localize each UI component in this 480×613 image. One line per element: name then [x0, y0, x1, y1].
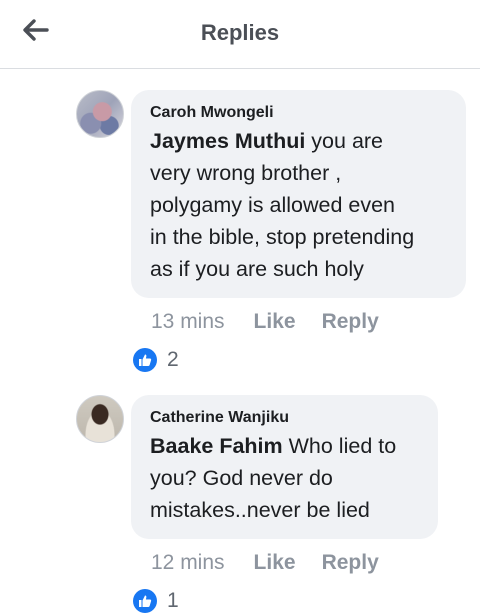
comment-author[interactable]: Caroh Mwongeli	[150, 103, 446, 123]
comment-text-line: you? God never do	[150, 466, 333, 490]
comment-text-line: mistakes..never be lied	[150, 498, 370, 522]
comment-text-line: polygamy is allowed even	[150, 193, 395, 217]
comment-timestamp[interactable]: 13 mins	[151, 310, 225, 334]
reaction-summary[interactable]: 1	[133, 589, 179, 613]
reply-button[interactable]: Reply	[322, 310, 379, 334]
comment-text: Baake Fahim Who lied to you? God never d…	[150, 430, 418, 526]
reply-button[interactable]: Reply	[322, 551, 379, 575]
thumbs-up-icon	[133, 348, 157, 372]
comment-text-line: very wrong brother ,	[150, 161, 342, 185]
comment-text-line: you are	[305, 129, 384, 153]
comment-text-line: Who lied to	[282, 434, 397, 458]
header-bar: Replies	[0, 0, 480, 69]
comment-bubble: Caroh Mwongeli Jaymes Muthui you are ver…	[131, 90, 466, 298]
comment-text: Jaymes Muthui you are very wrong brother…	[150, 125, 446, 285]
avatar[interactable]	[76, 90, 124, 138]
like-button[interactable]: Like	[254, 551, 296, 575]
reaction-count: 1	[167, 589, 179, 612]
comment-timestamp[interactable]: 12 mins	[151, 551, 225, 575]
mention-link[interactable]: Jaymes Muthui	[150, 129, 305, 153]
like-button[interactable]: Like	[254, 310, 296, 334]
avatar[interactable]	[76, 395, 124, 443]
reaction-count: 2	[167, 348, 179, 371]
comment-bubble: Catherine Wanjiku Baake Fahim Who lied t…	[131, 395, 438, 539]
page-title: Replies	[200, 20, 280, 45]
comment-author[interactable]: Catherine Wanjiku	[150, 408, 418, 428]
mention-link[interactable]: Baake Fahim	[150, 434, 283, 458]
comment-actions: 13 mins Like Reply	[151, 310, 379, 334]
thumbs-up-icon	[133, 589, 157, 613]
comment-text-line: in the bible, stop pretending	[150, 225, 415, 249]
comment-actions: 12 mins Like Reply	[151, 551, 379, 575]
comment-text-line: as if you are such holy	[150, 257, 364, 281]
reaction-summary[interactable]: 2	[133, 348, 179, 372]
